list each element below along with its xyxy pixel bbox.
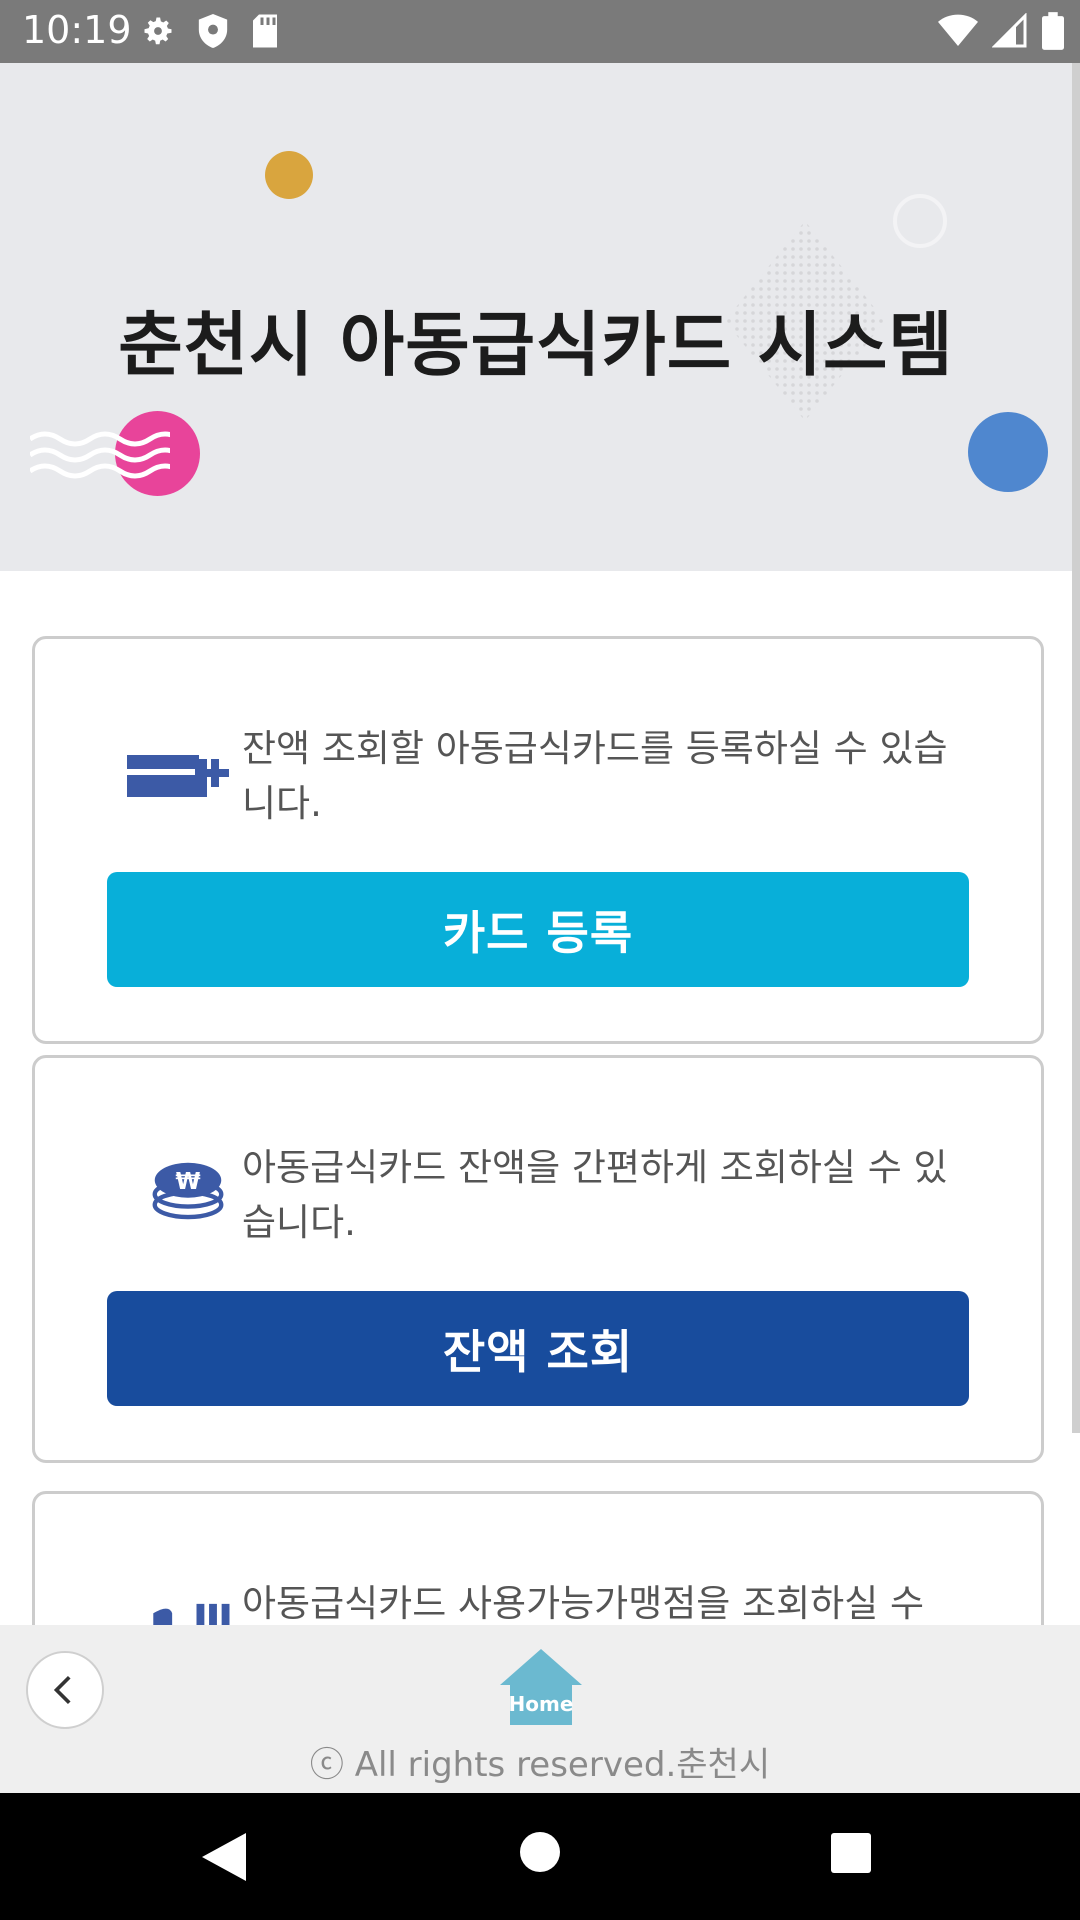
home-icon: Home [500,1649,582,1725]
gear-icon [144,17,172,45]
home-label: Home [509,1692,574,1716]
card-add-icon [127,755,229,797]
scrollbar[interactable] [1072,63,1080,1433]
svg-text:₩: ₩ [175,1169,200,1195]
merchants-description: 아동급식카드 사용가능가맹점을 조회하실 수 [242,1582,925,1625]
register-card-button[interactable]: 카드 등록 [107,872,969,987]
blue-dot-decoration [968,412,1048,492]
chevron-left-icon [53,1675,71,1705]
status-icons-left [140,12,280,50]
signal-icon [992,13,1027,48]
wifi-icon [938,14,978,46]
nav-home-icon[interactable] [519,1831,561,1873]
sd-card-icon [253,14,277,48]
nav-bar [0,1793,1080,1920]
wave-lines-decoration [30,431,170,479]
footer: Home ⓒ All rights reserved.춘천시 [0,1625,1080,1793]
outline-circle-decoration [893,194,947,248]
register-description: 잔액 조회할 아동급식카드를 등록하실 수 있습니다. [242,727,948,825]
check-balance-button[interactable]: 잔액 조회 [107,1291,969,1406]
coins-won-icon: ₩ [152,1162,224,1220]
status-time: 10:19 [22,8,132,52]
nav-back-icon[interactable] [202,1833,246,1881]
back-button[interactable] [26,1651,104,1729]
page-title: 춘천시 아동급식카드 시스템 [118,304,954,386]
status-icons-right [938,12,1064,50]
yellow-dot-decoration [265,151,313,199]
card-balance: ₩ 아동급식카드 잔액을 간편하게 조회하실 수 있습니다. 잔액 조회 [32,1055,1044,1463]
card-register: 잔액 조회할 아동급식카드를 등록하실 수 있습니다. 카드 등록 [32,636,1044,1044]
balance-description: 아동급식카드 잔액을 간편하게 조회하실 수 있습니다. [242,1146,948,1244]
battery-icon [1042,12,1064,50]
shield-icon [198,14,228,48]
copyright: ⓒ All rights reserved.춘천시 [309,1745,771,1785]
nav-recents-icon[interactable] [831,1833,871,1873]
home-button[interactable]: Home [500,1649,582,1725]
status-bar: 10:19 [0,0,1080,63]
hero-banner: 춘천시 아동급식카드 시스템 [0,63,1072,571]
